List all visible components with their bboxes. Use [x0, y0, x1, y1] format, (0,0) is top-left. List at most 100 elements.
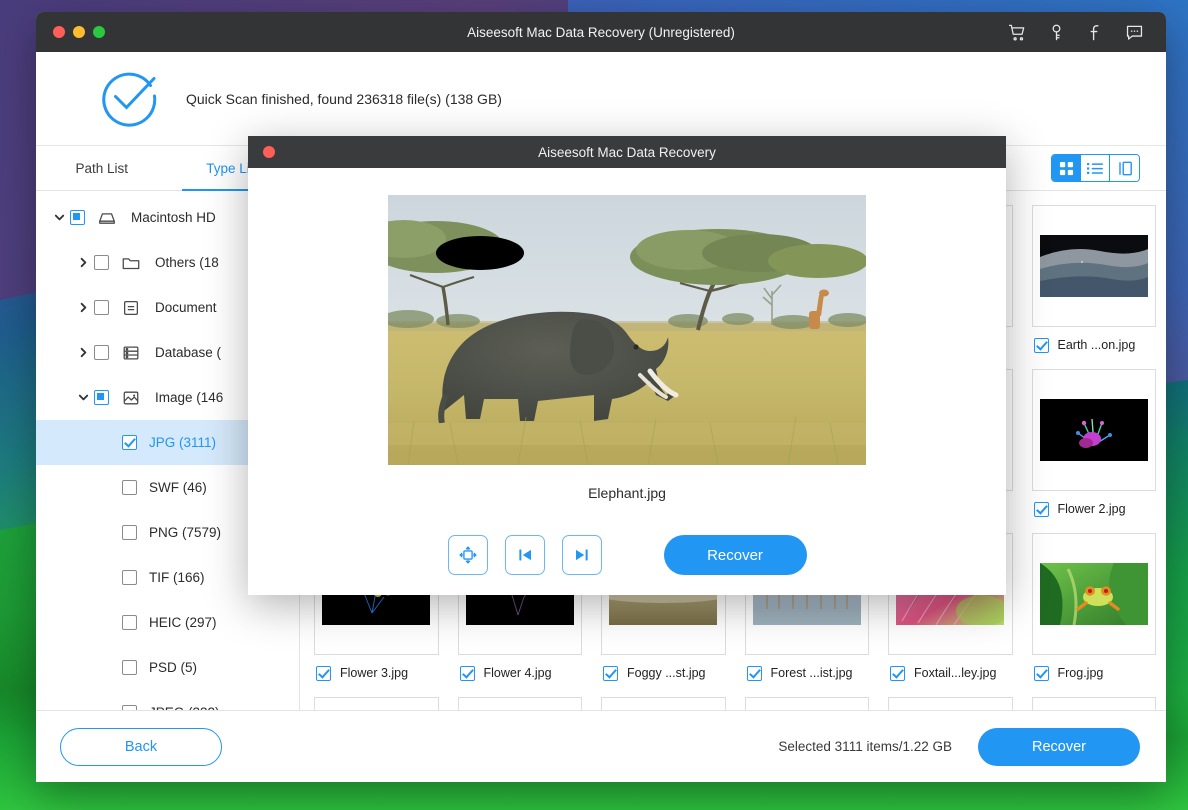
titlebar-icon-group [1008, 23, 1166, 42]
file-checkbox[interactable] [1034, 502, 1049, 517]
file-thumbnail[interactable] [1032, 205, 1157, 327]
file-grid-item[interactable] [458, 697, 583, 710]
chevron-right-icon[interactable] [72, 301, 94, 314]
file-thumbnail[interactable] [314, 697, 439, 710]
tree-checkbox[interactable] [122, 480, 137, 495]
tree-row-label: Others (18 [155, 255, 219, 270]
tree-checkbox[interactable] [122, 570, 137, 585]
file-label-row: Forest ...ist.jpg [745, 655, 870, 691]
file-grid-item[interactable]: Frog.jpg [1032, 533, 1157, 691]
minimize-window-button[interactable] [73, 26, 85, 38]
file-name: Foxtail...ley.jpg [914, 666, 996, 680]
dialog-recover-button[interactable]: Recover [664, 535, 807, 575]
next-button[interactable] [562, 535, 602, 575]
image-icon [119, 388, 143, 408]
tree-checkbox[interactable] [94, 390, 109, 405]
file-grid-item[interactable]: Flower 2.jpg [1032, 369, 1157, 527]
recover-button[interactable]: Recover [978, 728, 1140, 766]
file-grid-item[interactable]: Earth ...on.jpg [1032, 205, 1157, 363]
key-icon[interactable] [1047, 23, 1066, 42]
tree-checkbox[interactable] [70, 210, 85, 225]
detail-view-button[interactable] [1110, 155, 1139, 181]
bottom-action-bar: Back Selected 3111 items/1.22 GB Recover [36, 710, 1166, 782]
file-grid-item[interactable] [601, 697, 726, 710]
chat-icon[interactable] [1125, 23, 1144, 42]
file-grid-item[interactable] [888, 697, 1013, 710]
file-name: Foggy ...st.jpg [627, 666, 706, 680]
file-checkbox[interactable] [1034, 338, 1049, 353]
tree-row-label: PNG (7579) [149, 525, 221, 540]
chevron-down-icon[interactable] [72, 391, 94, 404]
file-checkbox[interactable] [316, 666, 331, 681]
file-grid-item[interactable] [1032, 697, 1157, 710]
file-name: Flower 3.jpg [340, 666, 408, 680]
file-thumbnail[interactable] [1032, 697, 1157, 710]
close-window-button[interactable] [53, 26, 65, 38]
file-thumbnail[interactable] [745, 697, 870, 710]
tab-path-list[interactable]: Path List [36, 146, 168, 190]
file-thumbnail[interactable] [458, 697, 583, 710]
tree-row-label: Database ( [155, 345, 221, 360]
zoom-window-button[interactable] [93, 26, 105, 38]
file-label-row: Foggy ...st.jpg [601, 655, 726, 691]
file-grid-item[interactable] [314, 697, 439, 710]
tree-row[interactable]: PSD (5) [36, 645, 299, 690]
preview-filename: Elephant.jpg [588, 485, 666, 501]
file-name: Earth ...on.jpg [1058, 338, 1136, 352]
file-label-row: Flower 3.jpg [314, 655, 439, 691]
chevron-down-icon[interactable] [48, 211, 70, 224]
file-thumbnail[interactable] [1032, 533, 1157, 655]
tree-checkbox[interactable] [122, 615, 137, 630]
facebook-icon[interactable] [1086, 23, 1105, 42]
file-name: Flower 4.jpg [484, 666, 552, 680]
tree-checkbox[interactable] [94, 345, 109, 360]
file-thumbnail[interactable] [888, 697, 1013, 710]
tree-checkbox[interactable] [122, 435, 137, 450]
chevron-right-icon[interactable] [72, 346, 94, 359]
file-label-row: Earth ...on.jpg [1032, 327, 1157, 363]
selection-summary: Selected 3111 items/1.22 GB [778, 739, 952, 754]
file-label-row: Foxtail...ley.jpg [888, 655, 1013, 691]
window-title: Aiseesoft Mac Data Recovery (Unregistere… [36, 25, 1166, 40]
back-button[interactable]: Back [60, 728, 222, 766]
fit-size-button[interactable] [448, 535, 488, 575]
file-thumbnail[interactable] [601, 697, 726, 710]
tree-checkbox[interactable] [122, 705, 137, 710]
file-grid-item[interactable] [745, 697, 870, 710]
file-checkbox[interactable] [460, 666, 475, 681]
tree-row-label: Document [155, 300, 217, 315]
file-checkbox[interactable] [603, 666, 618, 681]
file-thumbnail[interactable] [1032, 369, 1157, 491]
file-checkbox[interactable] [1034, 666, 1049, 681]
database-icon [119, 343, 143, 363]
dialog-close-button[interactable] [263, 146, 275, 158]
folder-icon [119, 253, 143, 273]
tree-row-label: HEIC (297) [149, 615, 217, 630]
tree-row-label: Image (146 [155, 390, 223, 405]
cart-icon[interactable] [1008, 23, 1027, 42]
file-label-row: Frog.jpg [1032, 655, 1157, 691]
dialog-titlebar: Aiseesoft Mac Data Recovery [248, 136, 1006, 168]
file-checkbox[interactable] [747, 666, 762, 681]
dialog-title: Aiseesoft Mac Data Recovery [248, 145, 1006, 160]
tree-row-label: JPG (3111) [149, 435, 216, 450]
tree-checkbox[interactable] [94, 300, 109, 315]
file-checkbox[interactable] [890, 666, 905, 681]
dialog-actions: Recover [448, 535, 807, 575]
chevron-right-icon[interactable] [72, 256, 94, 269]
document-icon [119, 298, 143, 318]
tree-checkbox[interactable] [94, 255, 109, 270]
scan-status-text: Quick Scan finished, found 236318 file(s… [186, 91, 502, 107]
tree-checkbox[interactable] [122, 525, 137, 540]
previous-button[interactable] [505, 535, 545, 575]
file-name: Forest ...ist.jpg [771, 666, 853, 680]
dialog-body: Elephant.jpg [248, 168, 1006, 595]
grid-view-button[interactable] [1052, 155, 1081, 181]
tree-row[interactable]: JPEG (332) [36, 690, 299, 710]
tree-row[interactable]: HEIC (297) [36, 600, 299, 645]
file-label-row: Flower 4.jpg [458, 655, 583, 691]
list-view-button[interactable] [1081, 155, 1110, 181]
tree-checkbox[interactable] [122, 660, 137, 675]
preview-image [388, 195, 866, 465]
file-name: Flower 2.jpg [1058, 502, 1126, 516]
